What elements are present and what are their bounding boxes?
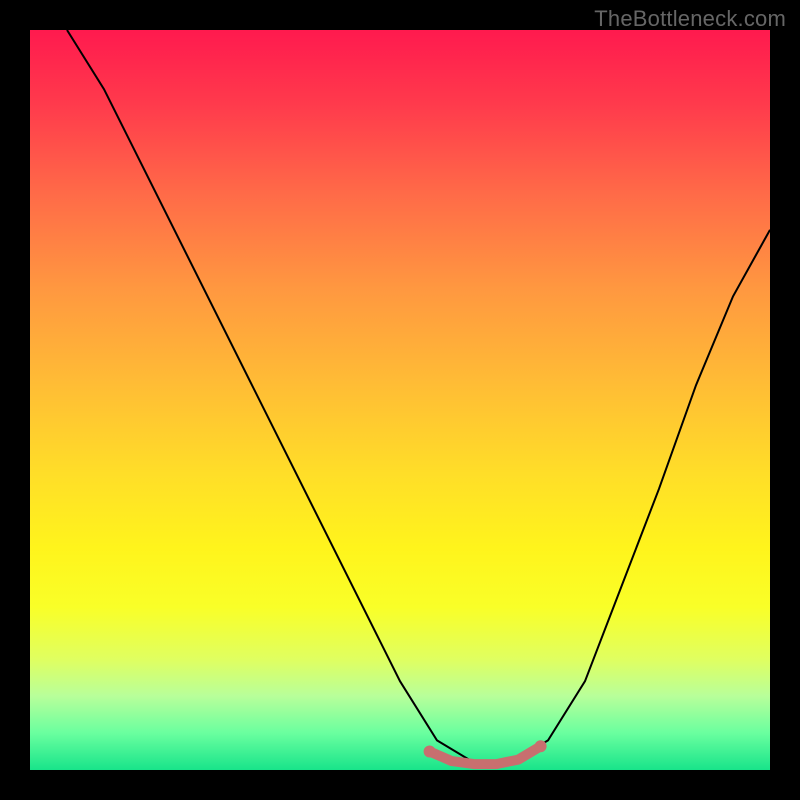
curve-svg: [30, 30, 770, 770]
optimal-zone-dot: [424, 746, 436, 758]
watermark-text: TheBottleneck.com: [594, 6, 786, 32]
optimal-zone-dot: [535, 740, 547, 752]
plot-area: [30, 30, 770, 770]
bottleneck-curve: [67, 30, 770, 763]
chart-frame: TheBottleneck.com: [0, 0, 800, 800]
optimal-zone-highlight: [430, 746, 541, 764]
